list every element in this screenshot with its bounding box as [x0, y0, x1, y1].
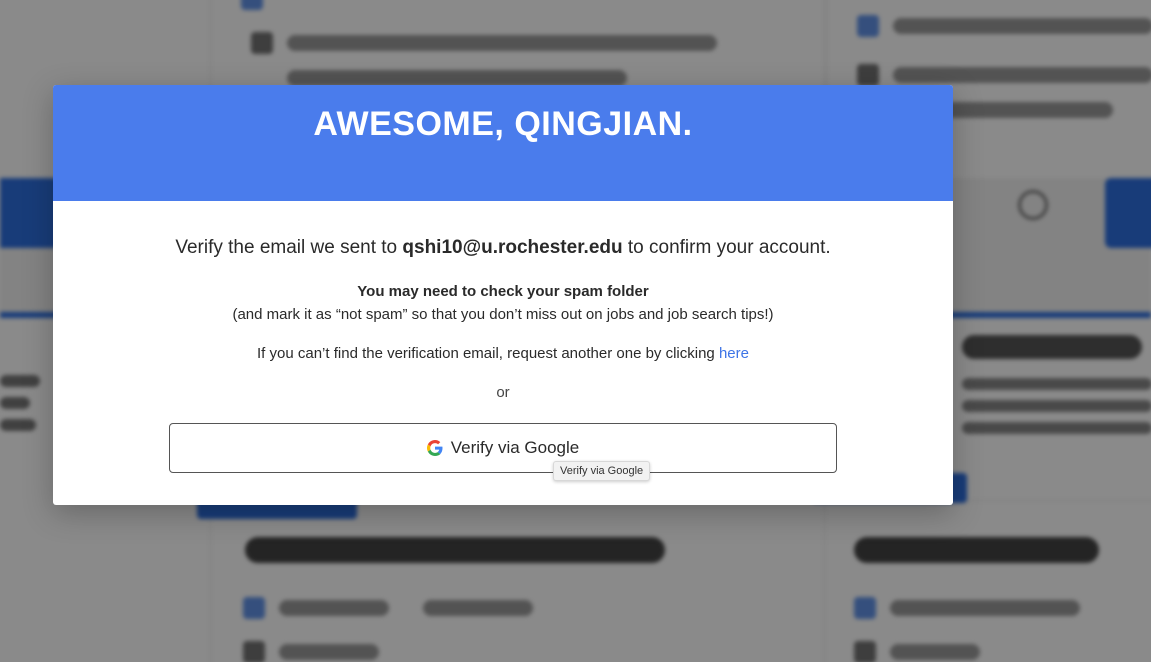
- verify-instructions: Verify the email we sent to qshi10@u.roc…: [53, 237, 953, 259]
- email-address: qshi10@u.rochester.edu: [402, 237, 623, 258]
- verify-prefix: Verify the email we sent to: [175, 237, 403, 258]
- verify-via-google-button[interactable]: Verify via Google: [169, 423, 837, 473]
- or-divider: or: [496, 384, 510, 401]
- page: AWESOME, QINGJIAN. Verify the email we s…: [0, 0, 1151, 662]
- google-g-icon: [426, 440, 443, 456]
- spam-heading: You may need to check your spam folder: [357, 283, 649, 300]
- verify-email-modal: AWESOME, QINGJIAN. Verify the email we s…: [53, 85, 953, 505]
- modal-header: AWESOME, QINGJIAN.: [53, 85, 953, 201]
- spam-note: (and mark it as “not spam” so that you d…: [232, 306, 774, 323]
- verify-suffix: to confirm your account.: [622, 237, 831, 258]
- modal-title: AWESOME, QINGJIAN.: [313, 105, 693, 143]
- resend-text: If you can’t find the verification email…: [257, 345, 719, 362]
- resend-here-link[interactable]: here: [719, 345, 749, 362]
- google-button-tooltip: Verify via Google: [553, 461, 651, 481]
- resend-instructions: If you can’t find the verification email…: [53, 345, 953, 362]
- modal-body: Verify the email we sent to qshi10@u.roc…: [53, 237, 953, 401]
- google-button-label: Verify via Google: [450, 438, 580, 457]
